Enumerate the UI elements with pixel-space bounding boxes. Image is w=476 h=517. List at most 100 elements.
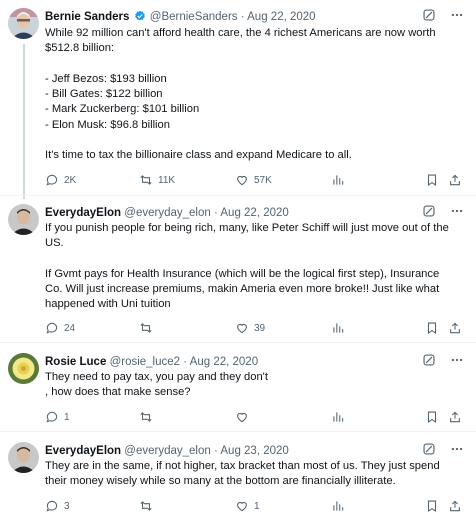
repost-button[interactable] bbox=[139, 409, 158, 425]
like-button[interactable]: 1 bbox=[235, 498, 260, 514]
bookmark-button[interactable] bbox=[425, 498, 439, 514]
tweet-header: EverydayElon @everyday_elon · Aug 22, 20… bbox=[45, 204, 468, 222]
repost-button[interactable] bbox=[139, 498, 158, 514]
like-icon bbox=[235, 321, 249, 335]
repost-icon bbox=[139, 173, 153, 187]
separator-dot: · bbox=[213, 207, 218, 219]
share-icon bbox=[448, 410, 462, 424]
repost-button[interactable]: 11K bbox=[139, 172, 175, 188]
tweet-text: If you punish people for being rich, man… bbox=[45, 222, 449, 311]
author-handle[interactable]: @everyday_elon bbox=[124, 445, 210, 457]
reply-count: 2K bbox=[64, 174, 77, 186]
like-count: 39 bbox=[254, 322, 266, 334]
grok-icon[interactable] bbox=[422, 8, 436, 27]
bookmark-button[interactable] bbox=[425, 320, 439, 336]
views-button[interactable] bbox=[331, 320, 350, 336]
bookmark-button[interactable] bbox=[425, 409, 439, 425]
views-icon bbox=[331, 321, 345, 335]
like-count: 1 bbox=[254, 500, 260, 512]
reply-count: 1 bbox=[64, 411, 70, 423]
avatar-everydayelon-image bbox=[8, 442, 39, 473]
separator-dot: · bbox=[183, 356, 188, 368]
like-icon bbox=[235, 499, 249, 513]
reply-button[interactable]: 1 bbox=[45, 409, 70, 425]
like-count: 57K bbox=[254, 174, 272, 186]
grok-icon[interactable] bbox=[422, 442, 436, 461]
more-icon[interactable] bbox=[450, 8, 464, 27]
reply-icon bbox=[45, 410, 59, 424]
author-handle[interactable]: @rosie_luce2 bbox=[110, 356, 181, 368]
share-button[interactable] bbox=[448, 320, 462, 336]
bookmark-icon bbox=[425, 173, 439, 187]
share-icon bbox=[448, 173, 462, 187]
views-button[interactable] bbox=[331, 172, 350, 188]
views-icon bbox=[331, 173, 345, 187]
more-icon[interactable] bbox=[450, 204, 464, 223]
author-handle[interactable]: @everyday_elon bbox=[124, 207, 210, 219]
repost-icon bbox=[139, 321, 153, 335]
reply-icon bbox=[45, 499, 59, 513]
repost-icon bbox=[139, 499, 153, 513]
tweet-everydayelon-2[interactable]: EverydayElon @everyday_elon · Aug 23, 20… bbox=[0, 442, 476, 516]
like-icon bbox=[235, 173, 249, 187]
tweet-date[interactable]: Aug 23, 2020 bbox=[220, 445, 288, 457]
more-icon[interactable] bbox=[450, 353, 464, 372]
share-button[interactable] bbox=[448, 498, 462, 514]
author-name[interactable]: Rosie Luce bbox=[45, 356, 106, 368]
repost-count: 11K bbox=[158, 174, 176, 186]
bookmark-button[interactable] bbox=[425, 172, 439, 188]
grok-icon[interactable] bbox=[422, 353, 436, 372]
avatar-everydayelon-image bbox=[8, 204, 39, 235]
tweet-header: Rosie Luce @rosie_luce2 · Aug 22, 2020 bbox=[45, 353, 468, 371]
bookmark-icon bbox=[425, 321, 439, 335]
tweet-date[interactable]: Aug 22, 2020 bbox=[220, 207, 288, 219]
tweet-text: They are in the same, if not higher, tax… bbox=[45, 460, 440, 488]
avatar-bernie-image bbox=[8, 8, 39, 39]
tweet-text: While 92 million can't afford health car… bbox=[45, 27, 436, 162]
author-name[interactable]: EverydayElon bbox=[45, 445, 121, 457]
tweet-date[interactable]: Aug 22, 2020 bbox=[190, 356, 258, 368]
reply-icon bbox=[45, 321, 59, 335]
divider bbox=[0, 431, 476, 432]
author-name[interactable]: Bernie Sanders bbox=[45, 11, 129, 23]
avatar[interactable] bbox=[8, 442, 39, 473]
action-bar: 24 39 bbox=[45, 320, 462, 336]
reply-icon bbox=[45, 173, 59, 187]
author-name[interactable]: EverydayElon bbox=[45, 207, 121, 219]
reply-button[interactable]: 24 bbox=[45, 320, 75, 336]
author-handle[interactable]: @BernieSanders bbox=[150, 11, 238, 23]
like-button[interactable]: 57K bbox=[235, 172, 272, 188]
tweet-header: Bernie Sanders @BernieSanders · Aug 22, … bbox=[45, 8, 468, 26]
views-button[interactable] bbox=[331, 409, 350, 425]
action-bar: 1 bbox=[45, 409, 462, 425]
avatar[interactable] bbox=[8, 353, 39, 384]
reply-count: 24 bbox=[64, 322, 76, 334]
share-button[interactable] bbox=[448, 409, 462, 425]
divider bbox=[0, 195, 476, 196]
avatar[interactable] bbox=[8, 204, 39, 235]
views-button[interactable] bbox=[331, 498, 350, 514]
tweet-everydayelon-1[interactable]: EverydayElon @everyday_elon · Aug 22, 20… bbox=[0, 204, 476, 338]
separator-dot: · bbox=[240, 11, 245, 23]
reply-button[interactable]: 2K bbox=[45, 172, 76, 188]
share-icon bbox=[448, 321, 462, 335]
grok-icon[interactable] bbox=[422, 204, 436, 223]
more-icon[interactable] bbox=[450, 442, 464, 461]
action-bar: 2K 11K 57K bbox=[45, 172, 462, 188]
like-button[interactable]: 39 bbox=[235, 320, 265, 336]
bookmark-icon bbox=[425, 499, 439, 513]
reply-count: 3 bbox=[64, 500, 70, 512]
avatar[interactable] bbox=[8, 8, 39, 39]
tweet-text: They need to pay tax, you pay and they d… bbox=[45, 371, 268, 399]
tweet-rosieluce[interactable]: Rosie Luce @rosie_luce2 · Aug 22, 2020 T… bbox=[0, 353, 476, 429]
repost-icon bbox=[139, 410, 153, 424]
tweet-date[interactable]: Aug 22, 2020 bbox=[247, 11, 315, 23]
like-button[interactable] bbox=[235, 409, 254, 425]
repost-button[interactable] bbox=[139, 320, 158, 336]
tweet-header: EverydayElon @everyday_elon · Aug 23, 20… bbox=[45, 442, 468, 460]
views-icon bbox=[331, 410, 345, 424]
like-icon bbox=[235, 410, 249, 424]
tweet-bernie[interactable]: Bernie Sanders @BernieSanders · Aug 22, … bbox=[0, 8, 476, 198]
share-button[interactable] bbox=[448, 172, 462, 188]
reply-button[interactable]: 3 bbox=[45, 498, 70, 514]
